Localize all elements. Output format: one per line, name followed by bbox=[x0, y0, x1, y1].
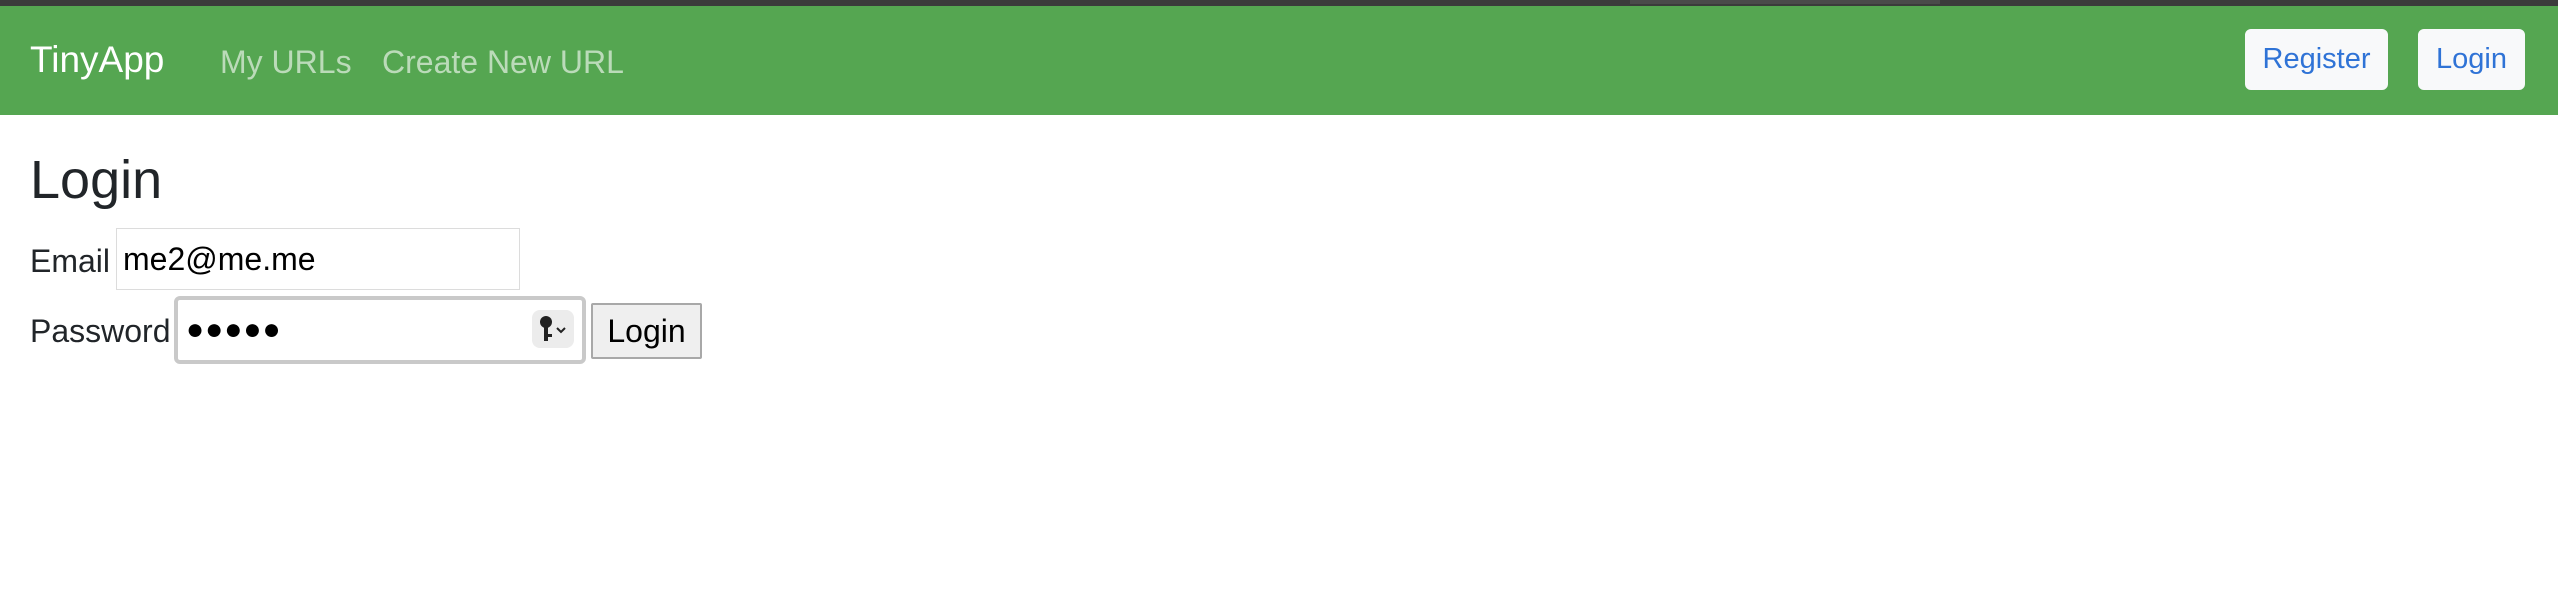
brand-link[interactable]: TinyApp bbox=[30, 38, 164, 82]
password-value: ●●●●● bbox=[186, 313, 282, 346]
nav-link-create-new-url[interactable]: Create New URL bbox=[382, 42, 624, 82]
navbar: TinyApp My URLs Create New URL Register … bbox=[0, 6, 2558, 115]
register-button[interactable]: Register bbox=[2245, 29, 2388, 90]
nav-login-button[interactable]: Login bbox=[2418, 29, 2525, 90]
email-label: Email bbox=[30, 243, 111, 279]
password-label: Password bbox=[30, 313, 171, 349]
nav-link-my-urls[interactable]: My URLs bbox=[220, 42, 352, 82]
browser-tab-indicator bbox=[1630, 0, 1940, 4]
key-icon bbox=[540, 316, 566, 341]
email-field[interactable]: me2@me.me bbox=[116, 228, 520, 290]
password-manager-button[interactable] bbox=[532, 310, 574, 348]
password-field[interactable]: ●●●●● bbox=[174, 296, 586, 364]
page-title: Login bbox=[30, 150, 163, 210]
login-submit-button[interactable]: Login bbox=[591, 303, 702, 359]
